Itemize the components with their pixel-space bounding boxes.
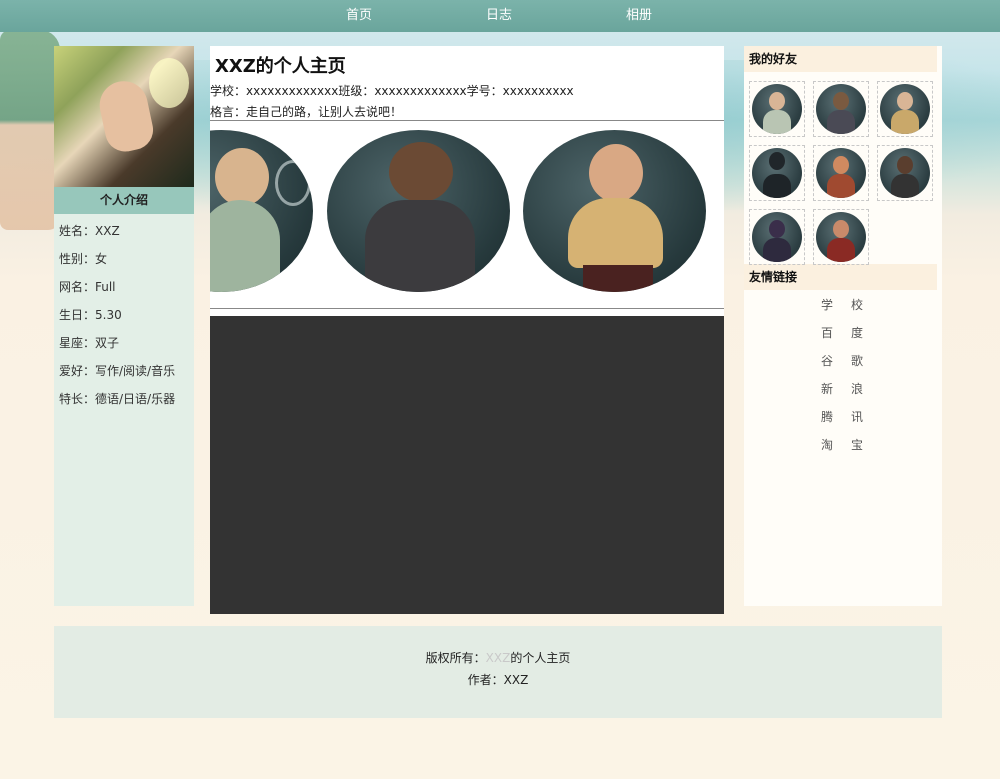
friends-grid	[744, 72, 942, 265]
detail-nickname: 网名：Full	[59, 280, 116, 294]
intro-title: 个人介绍	[54, 187, 194, 214]
author-line: 作者：XXZ	[467, 673, 529, 687]
copyright-name: XXZ	[485, 651, 511, 665]
friend-avatar[interactable]	[877, 81, 933, 137]
avatar-photo	[54, 46, 194, 187]
friend-avatar[interactable]	[749, 81, 805, 137]
divider	[210, 308, 724, 309]
footer: 版权所有：XXZ的个人主页 作者：XXZ	[54, 626, 942, 718]
nav-home[interactable]: 首页	[346, 0, 372, 32]
school-info: 学校：xxxxxxxxxxxxx班级：xxxxxxxxxxxxx学号：xxxxx…	[210, 84, 574, 98]
links-list: 学校 百度 谷歌 新浪 腾讯 淘宝	[744, 290, 942, 464]
photo-kid-pants	[583, 265, 653, 292]
intro-list: 姓名：XXZ 性别：女 网名：Full 生日：5.30 星座：双子 爱好：写作/…	[54, 214, 194, 416]
photo-kid-body	[568, 198, 663, 268]
copyright-line: 版权所有：XXZ的个人主页	[54, 649, 942, 666]
friend-avatar[interactable]	[749, 145, 805, 201]
photo-kid-head	[215, 148, 269, 206]
friend-avatar[interactable]	[877, 145, 933, 201]
detail-birthday: 生日：5.30	[59, 308, 122, 322]
link-school[interactable]: 学校	[744, 296, 942, 324]
detail-skills: 特长：德语/日语/乐器	[59, 392, 176, 406]
link-sina[interactable]: 新浪	[744, 380, 942, 408]
video-player[interactable]	[210, 316, 724, 614]
carousel-photo	[210, 130, 313, 292]
friend-avatar[interactable]	[813, 209, 869, 265]
friend-avatar[interactable]	[749, 209, 805, 265]
detail-zodiac: 星座：双子	[59, 336, 120, 350]
avatar-light	[149, 58, 189, 108]
carousel-photo	[523, 130, 706, 292]
top-navbar: 首页 日志 相册	[0, 0, 1000, 32]
link-taobao[interactable]: 淘宝	[744, 436, 942, 464]
copyright-suffix: 的个人主页	[510, 651, 571, 665]
copyright-prefix: 版权所有：	[425, 651, 486, 665]
photo-kid-head	[589, 144, 643, 202]
link-baidu[interactable]: 百度	[744, 324, 942, 352]
detail-gender: 性别：女	[59, 252, 108, 266]
right-sidebar: 我的好友 友情链接 学校 百度 谷歌 新浪 腾讯 淘宝	[744, 46, 942, 606]
photo-carousel[interactable]	[210, 126, 724, 296]
detail-hobbies: 爱好：写作/阅读/音乐	[59, 364, 176, 378]
friend-avatar[interactable]	[813, 145, 869, 201]
nav-album[interactable]: 相册	[626, 0, 652, 32]
detail-name: 姓名：XXZ	[59, 224, 120, 238]
friend-avatar[interactable]	[813, 81, 869, 137]
avatar-hand	[95, 76, 157, 156]
photo-kid-head	[389, 142, 453, 202]
friends-title: 我的好友	[744, 46, 937, 72]
background-figure	[0, 30, 60, 230]
link-tencent[interactable]: 腾讯	[744, 408, 942, 436]
photo-kid-body	[210, 200, 280, 292]
photo-kid-body	[365, 200, 475, 292]
page-title: XXZ的个人主页	[215, 56, 346, 77]
smoke-ring	[275, 160, 311, 206]
main-content: XXZ的个人主页 学校：xxxxxxxxxxxxx班级：xxxxxxxxxxxx…	[210, 46, 724, 614]
motto: 格言：走自己的路，让别人去说吧！	[210, 105, 403, 119]
carousel-photo	[327, 130, 510, 292]
links-title: 友情链接	[744, 264, 937, 290]
link-google[interactable]: 谷歌	[744, 352, 942, 380]
nav-blog[interactable]: 日志	[486, 0, 512, 32]
divider	[210, 120, 724, 121]
left-sidebar: 个人介绍 姓名：XXZ 性别：女 网名：Full 生日：5.30 星座：双子 爱…	[54, 46, 194, 606]
